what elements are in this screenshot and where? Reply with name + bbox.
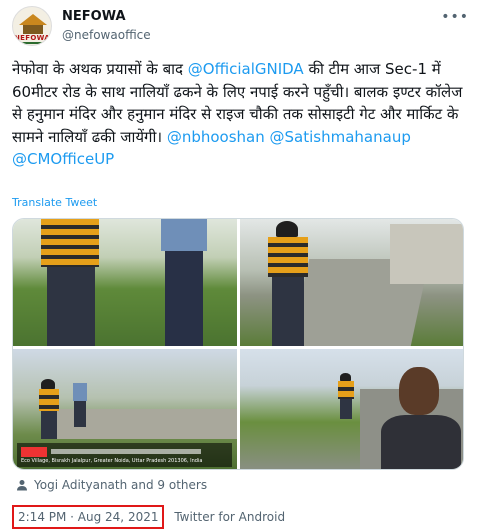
safety-vest [338, 381, 354, 399]
tweet-meta: 2:14 PM · Aug 24, 2021 Twitter for Andro… [12, 505, 285, 529]
person-icon [16, 479, 28, 491]
worker-pants [41, 411, 57, 439]
house-roof-icon [19, 14, 47, 25]
house-icon [23, 25, 43, 34]
safety-vest [39, 389, 59, 411]
worker-figure [35, 379, 63, 439]
media-photo-2[interactable] [240, 219, 463, 346]
mention-link[interactable]: @Satishmahanaup [270, 128, 411, 146]
helmet-icon [276, 221, 298, 237]
official-pants [74, 401, 86, 427]
tweet-source[interactable]: Twitter for Android [174, 510, 285, 524]
avatar-underline [17, 42, 47, 44]
official-figure [155, 219, 215, 346]
media-photo-4[interactable] [240, 349, 463, 469]
avatar-logo-text: NEFOWA [14, 34, 50, 42]
official-shirt [161, 219, 207, 251]
camera-stamp-overlay: Eco Village, Bisrakh Jalalpur, Greater N… [17, 443, 232, 467]
camera-location-caption: Eco Village, Bisrakh Jalalpur, Greater N… [21, 458, 203, 464]
safety-vest [268, 237, 308, 277]
author-name[interactable]: NEFOWA [62, 9, 126, 24]
timestamp[interactable]: 2:14 PM · Aug 24, 2021 [12, 505, 165, 529]
worker-pants [340, 399, 352, 419]
mention-link[interactable]: @CMOfficeUP [12, 150, 114, 168]
tweet-header: NEFOWA NEFOWA @nefowaoffice ••• [12, 6, 469, 48]
selfie-person-figure [375, 367, 463, 469]
helmet-icon [340, 373, 351, 381]
official-pants [165, 251, 203, 346]
avatar[interactable]: NEFOWA [12, 6, 52, 46]
media-grid: Eco Village, Bisrakh Jalalpur, Greater N… [12, 218, 464, 470]
official-figure [71, 383, 89, 427]
media-photo-3[interactable]: Eco Village, Bisrakh Jalalpur, Greater N… [13, 349, 237, 469]
worker-pants [47, 267, 95, 346]
worker-figure [35, 219, 115, 346]
worker-figure [258, 219, 318, 346]
media-photo-1[interactable] [13, 219, 237, 346]
tweet-text-part: नेफोवा के अथक प्रयासों के बाद [12, 60, 188, 78]
translate-tweet-link[interactable]: Translate Tweet [12, 196, 97, 209]
tagged-users[interactable]: Yogi Adityanath and 9 others [16, 478, 207, 492]
mention-link[interactable]: @OfficialGNIDA [188, 60, 304, 78]
official-shirt [73, 383, 87, 401]
safety-vest [41, 219, 99, 267]
more-options-icon[interactable]: ••• [441, 9, 469, 25]
worker-figure [336, 373, 356, 419]
author-handle[interactable]: @nefowaoffice [62, 28, 151, 42]
camera-coordinates-bar [51, 449, 201, 454]
helmet-icon [41, 379, 55, 389]
selfie-face [399, 367, 439, 415]
mention-link[interactable]: @nbhooshan [167, 128, 265, 146]
tagged-users-label: Yogi Adityanath and 9 others [34, 478, 208, 492]
tweet-text: नेफोवा के अथक प्रयासों के बाद @OfficialG… [12, 58, 472, 171]
wall [390, 224, 463, 284]
camera-badge-icon [21, 447, 47, 457]
selfie-shirt [381, 415, 461, 469]
worker-pants [272, 277, 304, 346]
